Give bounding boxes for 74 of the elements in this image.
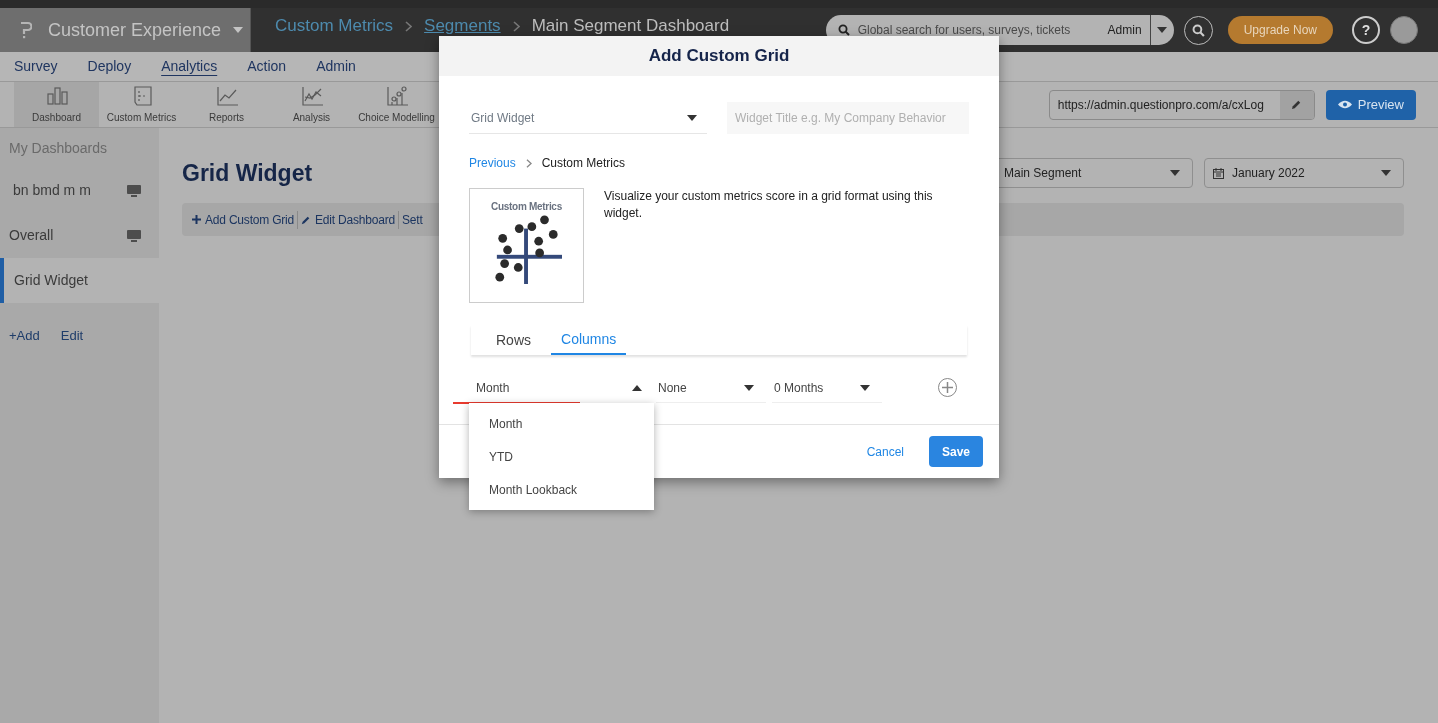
toolbar-button[interactable]: Reports (184, 82, 269, 127)
menu-item[interactable]: Month Lookback (469, 473, 654, 506)
sidebar-heading: My Dashboards (8, 138, 109, 158)
sidebar-item[interactable]: Grid Widget (0, 258, 159, 303)
caret-icon (1157, 27, 1168, 33)
caret-icon (1170, 170, 1180, 176)
period-dropdown[interactable]: January 2022 (1204, 158, 1404, 188)
tab[interactable]: Columns (551, 325, 627, 355)
logo-icon (20, 21, 32, 39)
calendar-icon (1213, 167, 1224, 179)
select-field[interactable]: None (656, 373, 766, 403)
search-scope: Admin (1107, 22, 1142, 39)
breadcrumb-current: Main Segment Dashboard (531, 15, 730, 38)
toolbar-button[interactable]: Choice Modelling (354, 82, 439, 127)
pencil-icon (1291, 99, 1303, 110)
help-button[interactable]: ? (1352, 16, 1380, 44)
page-title: Grid Widget (182, 158, 313, 188)
plus-icon (942, 382, 953, 393)
widget-title-input[interactable]: Widget Title e.g. My Company Behavior (727, 102, 969, 134)
sidebar-item[interactable]: Overall (0, 213, 159, 258)
nav-tab[interactable]: Action (247, 56, 287, 77)
search-placeholder: Global search for users, surveys, tickets (857, 22, 1071, 39)
edit-link[interactable]: Edit (60, 326, 84, 346)
monitor-icon (127, 184, 141, 197)
breadcrumb-link[interactable]: Custom Metrics (275, 13, 394, 39)
select-field[interactable]: 0 Months (772, 373, 882, 403)
sidebar-label: Overall (9, 226, 55, 245)
nav-tab[interactable]: Deploy (87, 56, 132, 77)
caret-icon (1381, 170, 1391, 176)
sidebar-label: Grid Widget (14, 271, 89, 290)
caret-icon (687, 114, 697, 121)
chevron-icon (512, 20, 520, 32)
caret-icon (860, 384, 870, 391)
action-button[interactable]: Sett (401, 210, 426, 229)
monitor-icon (127, 229, 141, 242)
toolbar-button[interactable]: Analysis (269, 82, 354, 127)
breadcrumb-current: Custom Metrics (541, 155, 626, 172)
sidebar-label: bn bmd m m (13, 181, 92, 200)
toolbar-button[interactable]: Dashboard (14, 82, 99, 127)
toolbar-button[interactable]: Custom Metrics (99, 82, 184, 127)
search-icon (837, 24, 850, 36)
save-button[interactable]: Save (929, 436, 983, 467)
menu-item[interactable]: YTD (469, 440, 654, 473)
caret-icon (233, 27, 244, 33)
dialog-title: Add Custom Grid (648, 45, 790, 68)
nav-tab[interactable]: Analytics (161, 56, 218, 77)
menu-item[interactable]: Month (469, 407, 654, 440)
breadcrumb-link[interactable]: Segments (424, 13, 501, 39)
plus-icon (192, 215, 201, 224)
sidebar-item[interactable]: bn bmd m m (0, 168, 159, 213)
pencil-icon (301, 214, 312, 225)
chevron-icon (405, 20, 413, 32)
cancel-link[interactable]: Cancel (866, 442, 904, 461)
action-button[interactable]: Add Custom Grid (192, 210, 299, 229)
avatar[interactable] (1390, 16, 1418, 44)
share-url-field[interactable]: https://admin.questionpro.com/a/cxLog (1048, 89, 1315, 120)
caret-icon (632, 385, 642, 391)
search-icon (1191, 23, 1205, 37)
widget-type-dropdown[interactable]: Grid Widget (469, 102, 707, 134)
add-link[interactable]: +Add (9, 326, 40, 346)
thumbnail-label: Custom Metrics (491, 200, 562, 214)
caret-icon (744, 384, 754, 391)
preview-button[interactable]: Preview (1325, 89, 1416, 120)
edit-url-button[interactable] (1279, 90, 1314, 119)
chevron-icon (525, 158, 532, 168)
action-button[interactable]: Edit Dashboard (301, 210, 399, 229)
widget-description: Visualize your custom metrics score in a grid format using this widget. (604, 188, 934, 222)
eye-icon (1337, 100, 1352, 109)
tab[interactable]: Rows (486, 325, 541, 355)
nav-tab[interactable]: Survey (14, 56, 58, 77)
nav-tab[interactable]: Admin (316, 56, 356, 77)
period-label: January 2022 (1232, 165, 1306, 182)
previous-link[interactable]: Previous (469, 154, 516, 172)
share-url: https://admin.questionpro.com/a/cxLog (1056, 96, 1265, 114)
